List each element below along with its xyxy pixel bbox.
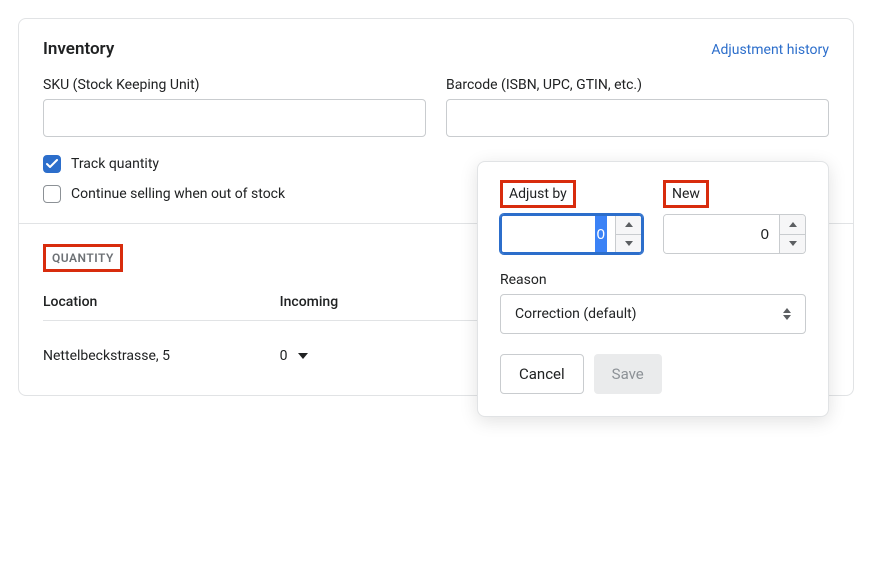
cancel-button[interactable]: Cancel (500, 354, 584, 394)
reason-label: Reason (500, 272, 806, 288)
sku-label: SKU (Stock Keeping Unit) (43, 77, 426, 93)
new-increment[interactable] (780, 215, 805, 234)
caret-down-icon (298, 353, 308, 359)
incoming-value: 0 (280, 348, 288, 364)
highlight-adjust-by: Adjust by (500, 180, 643, 208)
barcode-input[interactable] (446, 99, 829, 137)
header-row: Inventory Adjustment history (43, 39, 829, 59)
track-quantity-checkbox[interactable] (43, 155, 61, 173)
chevron-down-icon (789, 241, 797, 246)
barcode-field: Barcode (ISBN, UPC, GTIN, etc.) (446, 77, 829, 137)
check-icon (46, 159, 58, 169)
chevron-up-icon (625, 222, 633, 227)
new-label: New (672, 186, 700, 202)
new-field: New (663, 180, 806, 254)
save-button: Save (594, 354, 662, 394)
col-incoming: Incoming (272, 294, 501, 310)
track-quantity-label: Track quantity (71, 156, 159, 172)
col-location: Location (43, 294, 272, 310)
adjust-popover: Adjust by New (477, 161, 829, 417)
new-decrement[interactable] (780, 234, 805, 254)
new-input[interactable] (664, 215, 779, 253)
highlight-quantity: QUANTITY (43, 244, 123, 272)
adjust-by-label: Adjust by (509, 186, 567, 202)
sku-input[interactable] (43, 99, 426, 137)
reason-value: Correction (default) (515, 306, 637, 322)
popover-fields: Adjust by New (500, 180, 806, 254)
adjust-by-stepper[interactable] (500, 214, 643, 254)
continue-selling-checkbox[interactable] (43, 185, 61, 203)
highlight-new: New (663, 180, 806, 208)
section-title: Inventory (43, 39, 114, 59)
chevron-down-icon (625, 241, 633, 246)
adjust-by-increment[interactable] (616, 216, 641, 234)
chevron-up-icon (789, 222, 797, 227)
adjust-by-spin-buttons (615, 216, 641, 252)
cell-location: Nettelbeckstrasse, 5 (43, 348, 272, 364)
adjust-by-input[interactable] (502, 216, 615, 252)
select-caret-icon (783, 308, 791, 320)
sku-field: SKU (Stock Keeping Unit) (43, 77, 426, 137)
cell-incoming[interactable]: 0 (272, 348, 501, 364)
adjust-by-decrement[interactable] (616, 234, 641, 253)
continue-selling-label: Continue selling when out of stock (71, 186, 285, 202)
sku-barcode-row: SKU (Stock Keeping Unit) Barcode (ISBN, … (43, 77, 829, 137)
reason-select[interactable]: Correction (default) (500, 294, 806, 334)
inventory-card: Inventory Adjustment history SKU (Stock … (18, 18, 854, 396)
new-spin-buttons (779, 215, 805, 253)
adjust-by-field: Adjust by (500, 180, 643, 254)
quantity-heading: QUANTITY (52, 251, 114, 265)
adjustment-history-link[interactable]: Adjustment history (711, 42, 829, 58)
popover-actions: Cancel Save (500, 354, 806, 394)
new-stepper[interactable] (663, 214, 806, 254)
barcode-label: Barcode (ISBN, UPC, GTIN, etc.) (446, 77, 829, 93)
